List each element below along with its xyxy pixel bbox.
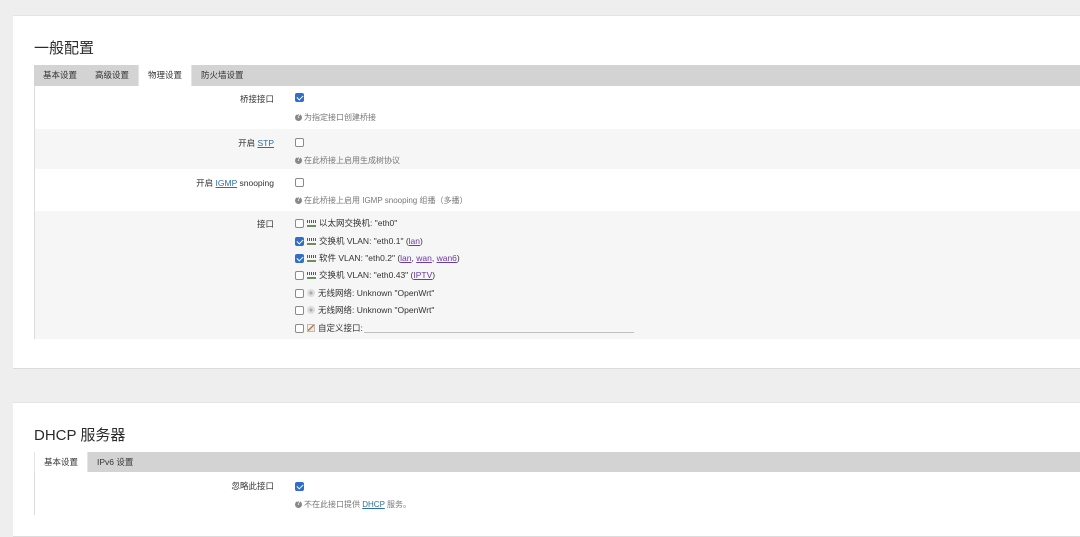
igmp-row: 开启 IGMP snooping ? 在此桥接上启用 IGMP snooping … bbox=[35, 169, 1080, 211]
bridge-row: 桥接接口 ? 为指定接口创建桥接 bbox=[35, 86, 1080, 129]
bridge-help: ? 为指定接口创建桥接 bbox=[295, 113, 376, 122]
help-icon: ? bbox=[295, 197, 302, 205]
custom-interface-icon bbox=[307, 324, 315, 332]
interface-checkbox[interactable] bbox=[295, 270, 304, 280]
network-link-wan6[interactable]: wan6 bbox=[437, 253, 457, 263]
dhcp-server-section: DHCP 服务器 基本设置 IPv6 设置 忽略此接口 ? 不在此接口提供 DHC… bbox=[13, 402, 1080, 537]
bridge-checkbox[interactable] bbox=[295, 93, 304, 103]
wireless-icon bbox=[307, 306, 315, 314]
ignore-interface-label: 忽略此接口 bbox=[231, 481, 274, 491]
igmp-label: 开启 IGMP snooping bbox=[196, 178, 274, 188]
ethernet-switch-icon bbox=[307, 271, 316, 279]
interface-checkbox[interactable] bbox=[295, 236, 304, 246]
general-tab-bar: 基本设置 高级设置 物理设置 防火墙设置 bbox=[34, 65, 1080, 86]
interface-option-eth0-2[interactable]: 软件 VLAN: "eth0.2" (lan, wan, wan6) bbox=[295, 252, 460, 264]
interface-option-wifi-1[interactable]: 无线网络: Unknown "OpenWrt" bbox=[295, 287, 434, 299]
interface-option-eth0[interactable]: 以太网交换机: "eth0" bbox=[295, 217, 397, 229]
stp-link[interactable]: STP bbox=[257, 138, 274, 148]
interfaces-row: 接口 以太网交换机: "eth0" 交换机 VLAN: "eth0.1" (la… bbox=[35, 211, 1080, 339]
interface-option-custom[interactable]: 自定义接口: bbox=[295, 322, 634, 334]
ethernet-switch-icon bbox=[307, 237, 316, 245]
tab-basic-settings[interactable]: 基本设置 bbox=[34, 452, 89, 472]
stp-label: 开启 STP bbox=[238, 138, 274, 148]
tab-physical-settings[interactable]: 物理设置 bbox=[138, 65, 193, 86]
network-link-iptv[interactable]: IPTV bbox=[413, 270, 432, 280]
igmp-checkbox[interactable] bbox=[295, 178, 304, 188]
stp-row: 开启 STP ? 在此桥接上启用生成树协议 bbox=[35, 129, 1080, 169]
general-config-section: 一般配置 基本设置 高级设置 物理设置 防火墙设置 桥接接口 ? 为指定接口创建桥… bbox=[13, 15, 1080, 369]
tab-firewall-settings[interactable]: 防火墙设置 bbox=[192, 65, 253, 86]
help-icon: ? bbox=[295, 157, 302, 165]
interface-checkbox[interactable] bbox=[295, 305, 304, 315]
dhcp-basic-panel: 忽略此接口 ? 不在此接口提供 DHCP 服务。 bbox=[34, 472, 1080, 515]
interface-option-eth0-43[interactable]: 交换机 VLAN: "eth0.43" (IPTV) bbox=[295, 269, 435, 281]
network-link-lan[interactable]: lan bbox=[409, 236, 420, 246]
network-link-lan[interactable]: lan bbox=[400, 253, 411, 263]
custom-interface-input[interactable] bbox=[363, 323, 634, 333]
ethernet-switch-icon bbox=[307, 219, 316, 227]
tab-ipv6-settings[interactable]: IPv6 设置 bbox=[88, 452, 142, 472]
ignore-interface-checkbox[interactable] bbox=[295, 482, 304, 492]
ignore-interface-help: ? 不在此接口提供 DHCP 服务。 bbox=[295, 500, 411, 509]
help-icon: ? bbox=[295, 501, 302, 509]
interface-checkbox[interactable] bbox=[295, 253, 304, 263]
wireless-icon bbox=[307, 289, 315, 297]
interface-checkbox[interactable] bbox=[295, 323, 304, 333]
bridge-label: 桥接接口 bbox=[239, 94, 274, 104]
help-icon: ? bbox=[295, 114, 302, 122]
interfaces-label: 接口 bbox=[256, 219, 274, 229]
interface-checkbox[interactable] bbox=[295, 218, 304, 228]
interface-checkbox[interactable] bbox=[295, 288, 304, 298]
igmp-link[interactable]: IGMP bbox=[216, 178, 238, 188]
section-title: 一般配置 bbox=[34, 40, 95, 57]
interface-option-eth0-1[interactable]: 交换机 VLAN: "eth0.1" (lan) bbox=[295, 235, 423, 247]
tab-basic-settings[interactable]: 基本设置 bbox=[34, 65, 86, 86]
section-title: DHCP 服务器 bbox=[34, 427, 126, 444]
igmp-help: ? 在此桥接上启用 IGMP snooping 组播（多播） bbox=[295, 196, 468, 205]
interface-option-wifi-2[interactable]: 无线网络: Unknown "OpenWrt" bbox=[295, 304, 434, 316]
dhcp-link[interactable]: DHCP bbox=[362, 500, 385, 509]
dhcp-tab-bar: 基本设置 IPv6 设置 bbox=[34, 452, 1080, 472]
physical-settings-panel: 桥接接口 ? 为指定接口创建桥接 开启 STP ? 在此桥接上启用生成树协议 开… bbox=[34, 86, 1080, 339]
ethernet-switch-icon bbox=[307, 254, 316, 262]
tab-advanced-settings[interactable]: 高级设置 bbox=[86, 65, 138, 86]
stp-checkbox[interactable] bbox=[295, 138, 304, 148]
network-link-wan[interactable]: wan bbox=[416, 253, 432, 263]
ignore-interface-row: 忽略此接口 ? 不在此接口提供 DHCP 服务。 bbox=[35, 472, 1080, 515]
stp-help: ? 在此桥接上启用生成树协议 bbox=[295, 156, 400, 165]
